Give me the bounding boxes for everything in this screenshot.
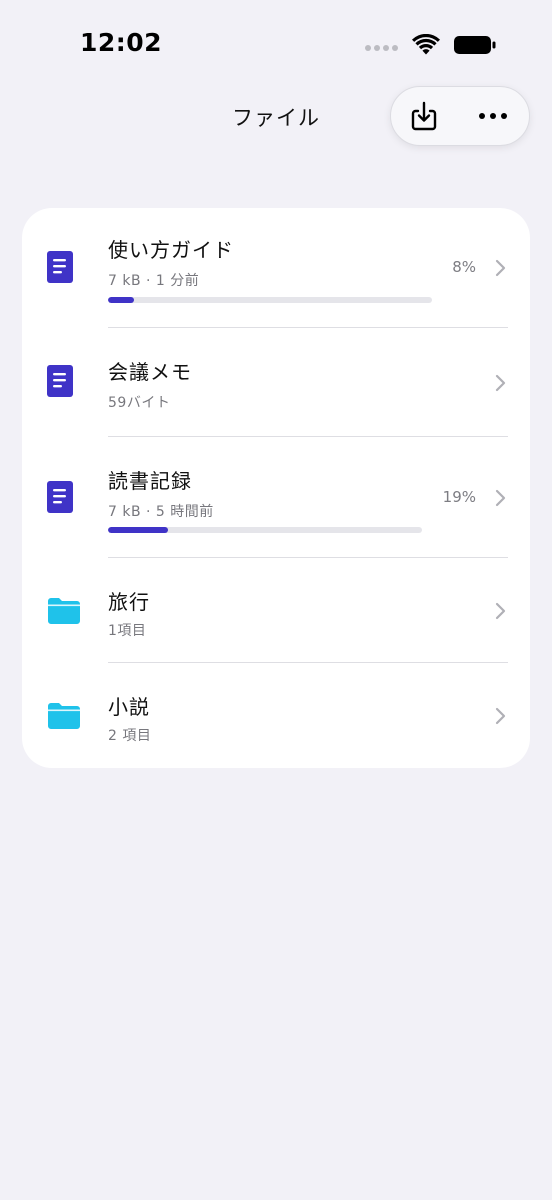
wifi-icon (412, 34, 440, 55)
progress-fill (108, 527, 168, 533)
chevron-right-icon (495, 489, 506, 507)
file-meta: 7 kB · 1 分前 (108, 273, 200, 289)
download-button[interactable] (391, 86, 456, 146)
file-row-0[interactable]: 使い方ガイド 7 kB · 1 分前 8% (22, 208, 530, 328)
status-indicators (365, 32, 496, 58)
progress-percent: 19% (442, 488, 476, 506)
progress-percent: 8% (452, 258, 476, 276)
document-icon (47, 251, 73, 283)
progress-bar (108, 297, 432, 303)
file-title: 使い方ガイド (108, 238, 234, 262)
document-icon (47, 365, 73, 397)
more-options-button[interactable] (456, 86, 529, 146)
document-icon (47, 481, 73, 513)
file-title: 読書記録 (108, 469, 192, 493)
file-row-3[interactable]: 旅行 1項目 (22, 558, 530, 663)
progress-bar (108, 527, 422, 533)
folder-icon (48, 703, 80, 729)
file-meta: 1項目 (108, 623, 147, 639)
file-title: 旅行 (108, 590, 150, 614)
cellular-signal-icon (365, 45, 398, 51)
navigation-header: ファイル (0, 84, 552, 148)
status-time: 12:02 (80, 28, 163, 57)
status-bar: 12:02 (0, 0, 552, 88)
file-row-4[interactable]: 小説 2 項目 (22, 663, 530, 768)
chevron-right-icon (495, 707, 506, 725)
file-list: 使い方ガイド 7 kB · 1 分前 8% 会議メモ 59バイト 読書記録 7 … (22, 208, 530, 768)
battery-icon (454, 36, 496, 54)
header-actions (390, 86, 530, 146)
ellipsis-icon (478, 113, 507, 119)
file-meta: 2 項目 (108, 728, 152, 744)
download-tray-icon (411, 101, 436, 131)
chevron-right-icon (495, 374, 506, 392)
chevron-right-icon (495, 259, 506, 277)
file-meta: 7 kB · 5 時間前 (108, 504, 214, 520)
folder-icon (48, 598, 80, 624)
file-title: 小説 (108, 695, 150, 719)
progress-fill (108, 297, 134, 303)
file-row-2[interactable]: 読書記録 7 kB · 5 時間前 19% (22, 437, 530, 558)
file-row-1[interactable]: 会議メモ 59バイト (22, 328, 530, 437)
file-meta: 59バイト (108, 395, 171, 411)
file-title: 会議メモ (108, 360, 192, 384)
chevron-right-icon (495, 602, 506, 620)
